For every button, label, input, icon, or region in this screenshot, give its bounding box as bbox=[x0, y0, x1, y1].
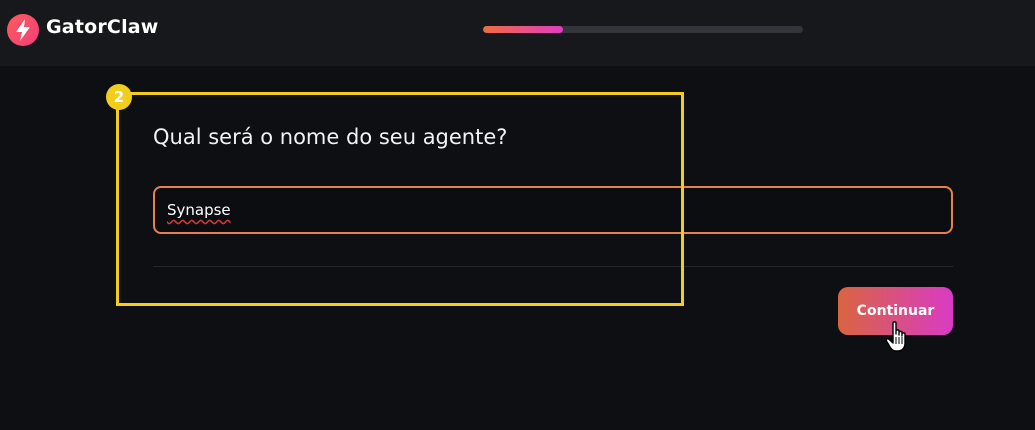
step-badge: 2 bbox=[106, 84, 132, 110]
progress-fill bbox=[483, 26, 563, 33]
agent-name-value[interactable]: Synapse bbox=[167, 201, 231, 219]
question-heading: Qual será o nome do seu agente? bbox=[153, 125, 508, 149]
lightning-icon bbox=[7, 14, 39, 46]
agent-name-input[interactable]: Synapse bbox=[153, 186, 953, 234]
divider bbox=[153, 266, 953, 267]
top-bar: GatorClaw bbox=[0, 0, 1035, 66]
hand-cursor-icon bbox=[885, 321, 906, 352]
brand-name: GatorClaw bbox=[46, 16, 159, 38]
progress-bar bbox=[483, 26, 803, 33]
